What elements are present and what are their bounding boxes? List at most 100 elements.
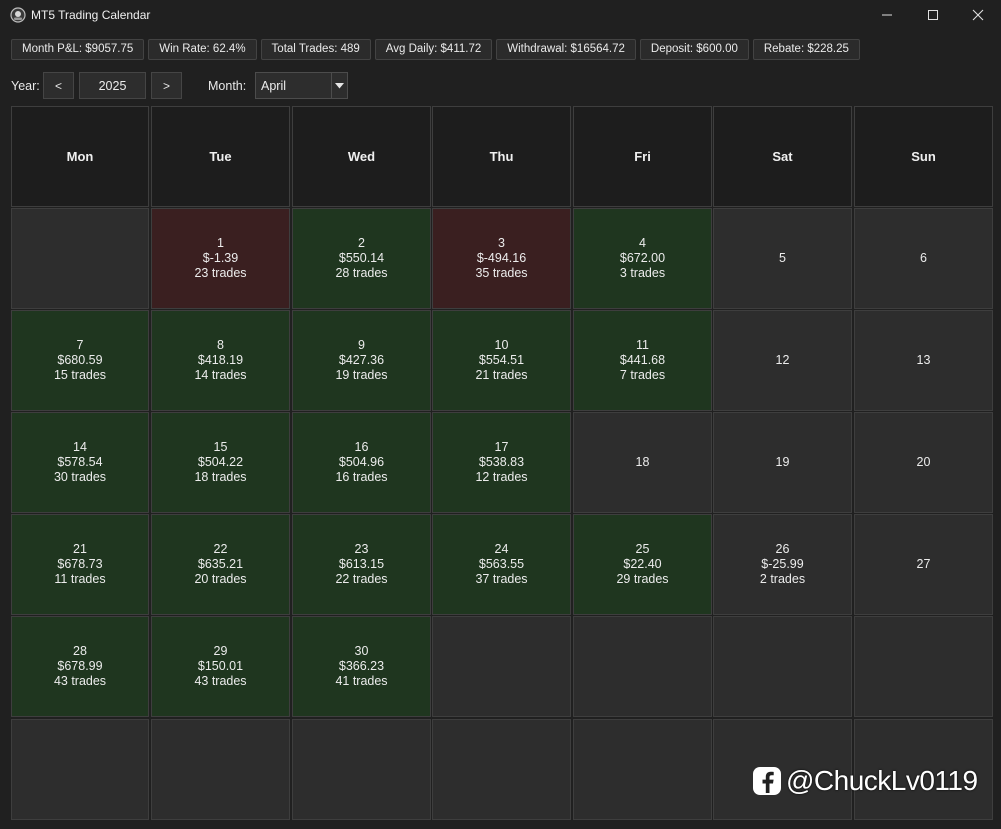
weekday-header: Sun bbox=[854, 106, 993, 207]
day-cell[interactable]: 1 $-1.39 23 trades bbox=[151, 208, 290, 309]
day-cell[interactable]: 18 bbox=[573, 412, 712, 513]
dropdown-arrow[interactable] bbox=[331, 73, 347, 98]
day-cell[interactable]: 19 bbox=[713, 412, 852, 513]
day-pnl: $578.54 bbox=[57, 455, 103, 469]
day-pnl: $538.83 bbox=[478, 455, 525, 469]
day-cell[interactable]: 30 $366.23 41 trades bbox=[292, 616, 431, 717]
day-cell[interactable]: 9 $427.36 19 trades bbox=[292, 310, 431, 411]
chevron-down-icon bbox=[335, 82, 344, 88]
day-cell[interactable]: 22 $635.21 20 trades bbox=[151, 514, 290, 615]
stat-month-pnl: Month P&L: $9057.75 bbox=[11, 39, 145, 60]
day-number: 25 bbox=[635, 542, 650, 556]
day-cell[interactable]: 15 $504.22 18 trades bbox=[151, 412, 290, 513]
day-cell[interactable]: 5 bbox=[713, 208, 852, 309]
day-cell[interactable]: 3 $-494.16 35 trades bbox=[432, 208, 571, 309]
day-cell[interactable]: 28 $678.99 43 trades bbox=[11, 616, 149, 717]
day-number: 22 bbox=[213, 542, 228, 556]
day-pnl: $678.99 bbox=[57, 659, 103, 673]
day-number: 2 bbox=[358, 236, 365, 250]
day-cell[interactable]: 2 $550.14 28 trades bbox=[292, 208, 431, 309]
day-number: 15 bbox=[213, 440, 228, 454]
day-cell[interactable]: 29 $150.01 43 trades bbox=[151, 616, 290, 717]
day-cell[interactable]: 11 $441.68 7 trades bbox=[573, 310, 712, 411]
next-year-button[interactable]: > bbox=[151, 72, 182, 99]
day-cell[interactable]: 27 bbox=[854, 514, 993, 615]
weekday-header: Tue bbox=[151, 106, 290, 207]
day-number: 4 bbox=[639, 236, 646, 250]
prev-year-button[interactable]: < bbox=[43, 72, 74, 99]
month-label: Month: bbox=[208, 79, 247, 93]
day-cell[interactable]: 16 $504.96 16 trades bbox=[292, 412, 431, 513]
day-trade-count: 11 trades bbox=[54, 572, 106, 586]
day-number: 5 bbox=[779, 251, 786, 265]
day-pnl: $441.68 bbox=[619, 353, 666, 367]
day-trade-count: 22 trades bbox=[335, 572, 388, 586]
year-field[interactable]: 2025 bbox=[79, 72, 146, 99]
month-select-value: April bbox=[261, 79, 287, 93]
day-cell[interactable]: 8 $418.19 14 trades bbox=[151, 310, 290, 411]
day-number: 9 bbox=[358, 338, 365, 352]
day-trade-count: 15 trades bbox=[53, 368, 107, 382]
day-number: 29 bbox=[213, 644, 228, 658]
day-cell[interactable]: 20 bbox=[854, 412, 993, 513]
day-cell[interactable]: 4 $672.00 3 trades bbox=[573, 208, 712, 309]
day-cell[interactable]: 21 $678.73 11 trades bbox=[11, 514, 149, 615]
day-cell[interactable]: 10 $554.51 21 trades bbox=[432, 310, 571, 411]
empty-day-cell bbox=[11, 719, 149, 820]
empty-day-cell bbox=[292, 719, 431, 820]
day-trade-count: 43 trades bbox=[53, 674, 107, 688]
month-select[interactable]: April bbox=[255, 72, 348, 99]
day-number: 16 bbox=[354, 440, 369, 454]
day-pnl: $672.00 bbox=[619, 251, 666, 265]
day-trade-count: 29 trades bbox=[616, 572, 669, 586]
day-trade-count: 28 trades bbox=[335, 266, 388, 280]
day-trade-count: 2 trades bbox=[759, 572, 806, 586]
calendar-grid: Mon Tue Wed Thu Fri Sat Sun 1 $-1.39 23 trades 2 $5… bbox=[11, 106, 993, 822]
day-pnl: $-1.39 bbox=[202, 251, 239, 265]
day-trade-count: 20 trades bbox=[194, 572, 247, 586]
day-number: 6 bbox=[920, 251, 927, 265]
day-trade-count: 18 trades bbox=[194, 470, 247, 484]
empty-day-cell bbox=[151, 719, 290, 820]
weekday-header: Sat bbox=[713, 106, 852, 207]
day-cell[interactable]: 23 $613.15 22 trades bbox=[292, 514, 431, 615]
day-pnl: $366.23 bbox=[338, 659, 385, 673]
stat-total-trades: Total Trades: 489 bbox=[260, 39, 371, 60]
day-trade-count: 43 trades bbox=[194, 674, 247, 688]
day-cell[interactable]: 26 $-25.99 2 trades bbox=[713, 514, 852, 615]
day-trade-count: 35 trades bbox=[475, 266, 528, 280]
window-title: MT5 Trading Calendar bbox=[31, 8, 151, 22]
day-number: 26 bbox=[775, 542, 790, 556]
day-pnl: $418.19 bbox=[197, 353, 244, 367]
day-cell[interactable]: 25 $22.40 29 trades bbox=[573, 514, 712, 615]
minimize-icon bbox=[882, 14, 892, 16]
day-cell[interactable]: 24 $563.55 37 trades bbox=[432, 514, 571, 615]
empty-day-cell bbox=[432, 719, 571, 820]
close-button[interactable] bbox=[955, 0, 1001, 30]
day-pnl: $-25.99 bbox=[761, 557, 804, 571]
minimize-button[interactable] bbox=[864, 0, 910, 30]
day-pnl: $-494.16 bbox=[476, 251, 527, 265]
day-cell[interactable]: 13 bbox=[854, 310, 993, 411]
day-pnl: $554.51 bbox=[478, 353, 525, 367]
day-number: 3 bbox=[498, 236, 505, 250]
day-cell[interactable]: 14 $578.54 30 trades bbox=[11, 412, 149, 513]
day-cell[interactable]: 12 bbox=[713, 310, 852, 411]
weekday-header: Fri bbox=[573, 106, 712, 207]
stat-withdrawal: Withdrawal: $16564.72 bbox=[496, 39, 636, 60]
empty-day-cell bbox=[713, 616, 852, 717]
year-label: Year: bbox=[11, 79, 40, 93]
maximize-button[interactable] bbox=[910, 0, 956, 30]
day-pnl: $550.14 bbox=[338, 251, 385, 265]
day-cell[interactable]: 6 bbox=[854, 208, 993, 309]
day-pnl: $613.15 bbox=[338, 557, 385, 571]
day-cell[interactable]: 17 $538.83 12 trades bbox=[432, 412, 571, 513]
day-number: 23 bbox=[354, 542, 369, 556]
weekday-header: Mon bbox=[11, 106, 149, 207]
day-number: 24 bbox=[494, 542, 509, 556]
empty-day-cell bbox=[11, 208, 149, 309]
stat-rebate: Rebate: $228.25 bbox=[752, 39, 860, 60]
facebook-icon bbox=[753, 767, 781, 795]
day-pnl: $150.01 bbox=[197, 659, 244, 673]
day-cell[interactable]: 7 $680.59 15 trades bbox=[11, 310, 149, 411]
